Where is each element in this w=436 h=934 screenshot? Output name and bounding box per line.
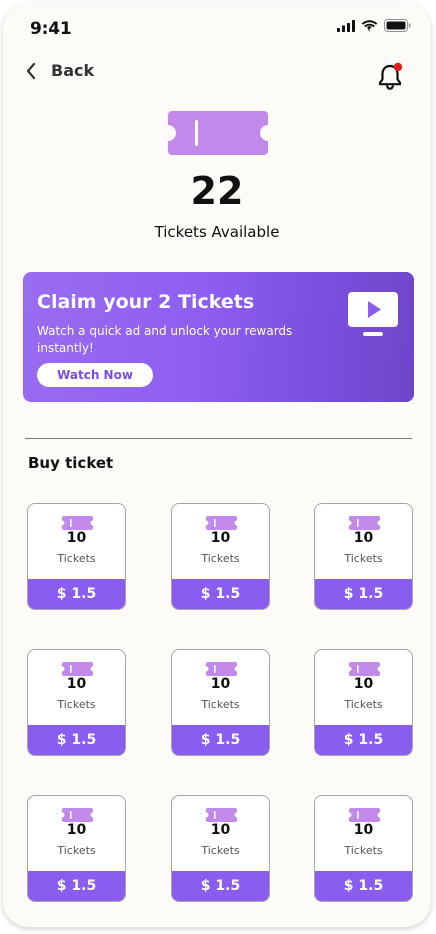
package-price: $ 1.5: [315, 579, 412, 609]
ticket-package-card[interactable]: 10 Tickets $ 1.5: [314, 649, 413, 756]
package-price: $ 1.5: [28, 871, 125, 901]
package-ticket-count: 10: [66, 530, 87, 546]
ticket-icon: [206, 662, 237, 676]
cellular-signal-icon: [337, 19, 355, 32]
ticket-hero-icon: [168, 111, 268, 155]
package-unit-label: Tickets: [57, 844, 96, 857]
ticket-package-card[interactable]: 10 Tickets $ 1.5: [27, 649, 126, 756]
status-bar: 9:41: [3, 3, 431, 51]
package-price: $ 1.5: [315, 871, 412, 901]
back-label: Back: [51, 61, 95, 80]
promo-description: Watch a quick ad and unlock your rewards…: [37, 324, 293, 355]
package-ticket-count: 10: [353, 822, 374, 838]
notification-dot: [393, 62, 403, 72]
package-unit-label: Tickets: [201, 552, 240, 565]
status-time: 9:41: [30, 19, 72, 39]
package-price: $ 1.5: [172, 579, 269, 609]
ticket-package-card[interactable]: 10 Tickets $ 1.5: [314, 795, 413, 902]
package-price: $ 1.5: [172, 725, 269, 755]
package-price: $ 1.5: [28, 725, 125, 755]
package-price: $ 1.5: [315, 725, 412, 755]
package-ticket-count: 10: [210, 822, 231, 838]
ticket-package-card[interactable]: 10 Tickets $ 1.5: [171, 649, 270, 756]
ticket-package-card[interactable]: 10 Tickets $ 1.5: [171, 795, 270, 902]
package-ticket-count: 10: [210, 676, 231, 692]
notifications-button[interactable]: [377, 61, 405, 95]
phone-screen: 9:41 Back 22 Tickets Available Claim you…: [3, 3, 431, 927]
package-unit-label: Tickets: [344, 844, 383, 857]
bell-icon: [378, 62, 403, 90]
ticket-package-card[interactable]: 10 Tickets $ 1.5: [314, 503, 413, 610]
ticket-icon: [62, 662, 93, 676]
package-ticket-count: 10: [66, 676, 87, 692]
ticket-icon: [206, 808, 237, 822]
ticket-package-card[interactable]: 10 Tickets $ 1.5: [27, 503, 126, 610]
promo-title: Claim your 2 Tickets: [37, 291, 255, 313]
package-ticket-count: 10: [210, 530, 231, 546]
ticket-count: 22: [190, 169, 244, 213]
back-button[interactable]: Back: [25, 61, 94, 80]
wifi-icon: [361, 19, 378, 32]
ticket-icon: [62, 808, 93, 822]
package-unit-label: Tickets: [201, 844, 240, 857]
package-unit-label: Tickets: [201, 698, 240, 711]
ticket-icon: [349, 516, 380, 530]
ticket-package-card[interactable]: 10 Tickets $ 1.5: [27, 795, 126, 902]
watch-now-button[interactable]: Watch Now: [37, 363, 153, 387]
package-unit-label: Tickets: [344, 552, 383, 565]
package-ticket-count: 10: [353, 676, 374, 692]
package-price: $ 1.5: [28, 579, 125, 609]
battery-icon: [384, 19, 411, 32]
chevron-left-icon: [26, 62, 36, 79]
package-ticket-count: 10: [66, 822, 87, 838]
section-divider: [25, 438, 412, 439]
package-ticket-count: 10: [353, 530, 374, 546]
ticket-icon: [206, 516, 237, 530]
status-icons: [337, 19, 411, 32]
ticket-icon: [62, 516, 93, 530]
tickets-available-label: Tickets Available: [154, 223, 280, 241]
ticket-icon: [349, 808, 380, 822]
package-unit-label: Tickets: [57, 698, 96, 711]
package-unit-label: Tickets: [344, 698, 383, 711]
package-price: $ 1.5: [172, 871, 269, 901]
package-unit-label: Tickets: [57, 552, 96, 565]
ticket-icon: [349, 662, 380, 676]
buy-ticket-heading: Buy ticket: [28, 454, 114, 472]
ticket-package-card[interactable]: 10 Tickets $ 1.5: [171, 503, 270, 610]
tv-play-icon: [348, 292, 398, 336]
top-navigation: Back: [3, 61, 431, 95]
claim-tickets-banner: Claim your 2 Tickets Watch a quick ad an…: [23, 272, 414, 402]
